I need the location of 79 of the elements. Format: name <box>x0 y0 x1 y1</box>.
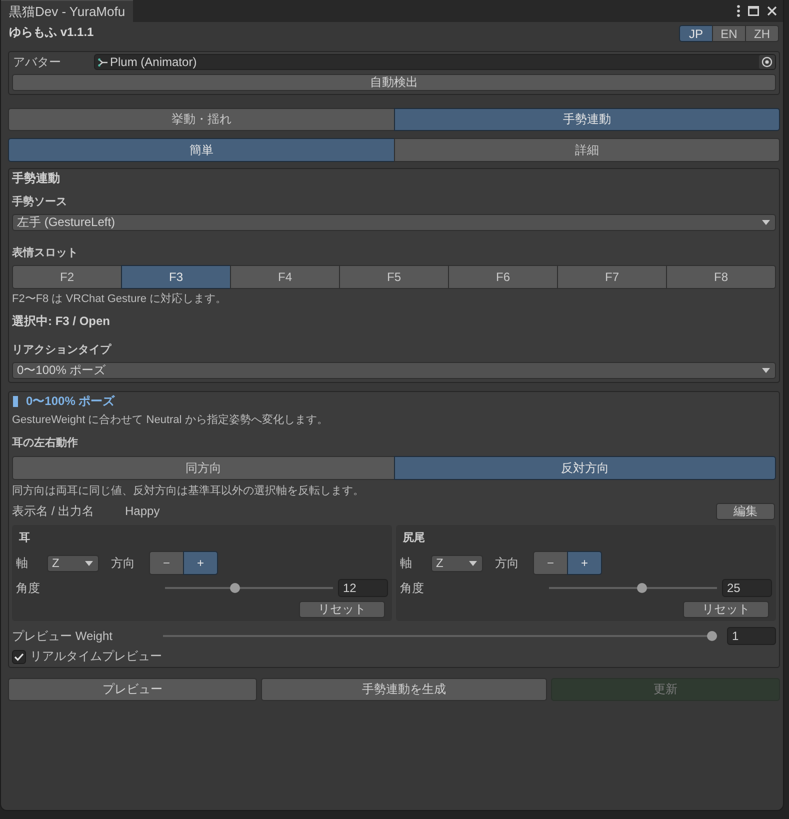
field-label: 手勢ソース <box>12 196 68 209</box>
number-field[interactable]: 25 <box>722 579 772 597</box>
reset-button[interactable]: リセット <box>299 601 385 618</box>
maximize-icon[interactable] <box>748 6 759 16</box>
slider-thumb[interactable] <box>637 583 648 593</box>
field-label: 耳の左右動作 <box>12 437 79 450</box>
axis-dropdown[interactable]: Z <box>47 554 99 572</box>
more-icon[interactable] <box>737 5 740 17</box>
check-icon <box>14 652 24 660</box>
dropdown-value: Z <box>52 556 60 570</box>
caret-icon <box>85 560 93 566</box>
field-label: 方向 <box>111 556 136 570</box>
field-label: 表示名 / 出力名 <box>12 504 96 519</box>
mode-toggle[interactable]: 反対方向 <box>394 456 776 480</box>
window-tab[interactable]: 黒猫Dev - YuraMofu <box>1 0 134 22</box>
slot-button[interactable]: F5 <box>339 265 449 289</box>
number-field[interactable]: 1 <box>727 627 776 645</box>
display-name-value: Happy <box>125 504 160 519</box>
mode-tab[interactable]: 詳細 <box>394 138 780 162</box>
action-button[interactable]: 手勢連動を生成 <box>260 678 548 701</box>
field-label: 角度 <box>400 580 425 596</box>
slot-button[interactable]: F6 <box>448 265 558 289</box>
slider-thumb[interactable] <box>707 631 717 641</box>
slot-button[interactable]: F2 <box>12 265 122 289</box>
checkbox-label: リアルタイムプレビュー <box>30 649 162 664</box>
language-button[interactable]: JP <box>679 25 713 42</box>
dropdown-value: 0〜100% ポーズ <box>17 362 106 379</box>
main-tab[interactable]: 挙動・揺れ <box>8 108 394 131</box>
caret-icon <box>469 560 477 566</box>
bar-marker-icon <box>13 396 18 407</box>
field-label: 軸 <box>400 556 413 570</box>
field-label: 角度 <box>16 580 41 596</box>
field-label: リアクションタイプ <box>12 344 112 357</box>
slot-button[interactable]: F3 <box>121 265 231 289</box>
action-button[interactable]: プレビュー <box>8 678 257 701</box>
reset-button[interactable]: リセット <box>683 601 769 618</box>
field-label: アバター <box>12 54 62 70</box>
branch-icon <box>98 58 108 66</box>
object-field[interactable]: Plum (Animator) <box>94 54 776 70</box>
checkbox[interactable] <box>12 650 26 664</box>
main-tab[interactable]: 手勢連動 <box>394 108 780 131</box>
mode-tab[interactable]: 簡単 <box>8 138 394 162</box>
language-button[interactable]: ZH <box>745 25 779 42</box>
direction-button[interactable]: − <box>533 551 568 575</box>
number-field[interactable]: 12 <box>338 579 388 597</box>
dropdown-value: Z <box>436 556 444 570</box>
slot-button[interactable]: F8 <box>666 265 776 289</box>
hint-text: 同方向は両耳に同じ値、反対方向は基準耳以外の選択軸を反転します。 <box>12 485 365 498</box>
field-label: 軸 <box>16 556 29 570</box>
field-label: プレビュー Weight <box>12 628 114 644</box>
direction-button[interactable]: + <box>567 551 602 575</box>
close-icon[interactable] <box>767 6 777 16</box>
edit-button[interactable]: 編集 <box>716 503 775 520</box>
mode-toggle[interactable]: 同方向 <box>12 456 394 480</box>
direction-button[interactable]: − <box>149 551 184 575</box>
target-icon[interactable] <box>759 55 775 69</box>
section-heading: 0〜100% ポーズ <box>26 394 115 409</box>
field-label: 表情スロット <box>12 247 79 260</box>
object-value: Plum (Animator) <box>110 55 197 69</box>
dropdown-value: 左手 (GestureLeft) <box>17 214 116 231</box>
language-button[interactable]: EN <box>712 25 746 42</box>
auto-detect-button[interactable]: 自動検出 <box>12 74 776 91</box>
part-title: 耳 <box>19 532 31 545</box>
caret-icon <box>762 220 770 225</box>
reaction-dropdown[interactable]: 0〜100% ポーズ <box>12 362 776 379</box>
slot-button[interactable]: F7 <box>557 265 667 289</box>
source-dropdown[interactable]: 左手 (GestureLeft) <box>12 214 776 231</box>
slot-button[interactable]: F4 <box>230 265 340 289</box>
description-text: GestureWeight に合わせて Neutral から指定姿勢へ変化します。 <box>12 414 329 427</box>
slider-thumb[interactable] <box>230 583 240 593</box>
axis-dropdown[interactable]: Z <box>431 554 483 572</box>
field-label: 方向 <box>495 556 520 570</box>
part-title: 尻尾 <box>403 532 426 545</box>
hint-text: F2〜F8 は VRChat Gesture に対応します。 <box>12 293 228 306</box>
section-title: 手勢連動 <box>12 171 61 186</box>
direction-button[interactable]: + <box>183 551 218 575</box>
app-title: ゆらもふ v1.1.1 <box>9 25 94 40</box>
caret-icon <box>762 368 770 373</box>
selection-text: 選択中: F3 / Open <box>12 314 112 329</box>
